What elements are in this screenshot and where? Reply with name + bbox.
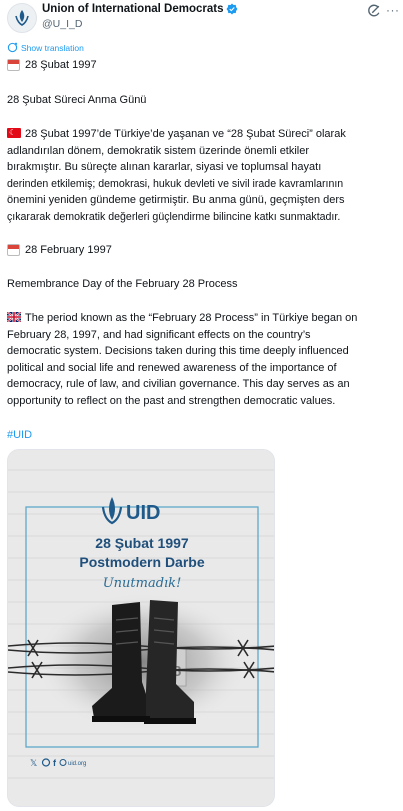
hashtag-link[interactable]: #UID xyxy=(7,429,32,441)
calendar-emoji-icon xyxy=(7,244,20,257)
en-date: 28 February 1997 xyxy=(25,244,112,256)
author-display-name[interactable]: Union of International Democrats xyxy=(42,3,223,15)
author-handle[interactable]: @U_I_D xyxy=(42,18,82,30)
en-title: Remembrance Day of the February 28 Proce… xyxy=(7,278,238,290)
grok-icon[interactable] xyxy=(367,4,381,18)
tr-body-text-1: 28 Şubat 1997’de Türkiye’de yaşanan ve “… xyxy=(25,128,346,140)
en-body-line-4: political and social life and renewed aw… xyxy=(7,361,337,374)
en-date-line: 28 February 1997 xyxy=(7,242,395,259)
tr-body-line-2: adlandırılan dönem, demokratik sistem üz… xyxy=(7,144,310,157)
tr-date-line: 28 Şubat 1997 xyxy=(7,57,395,74)
show-translation-link[interactable]: Show translation xyxy=(7,42,84,53)
logo-text: UID xyxy=(126,502,160,524)
media-heading-1: 28 Şubat 1997 xyxy=(95,535,189,551)
translate-icon xyxy=(7,42,18,53)
en-body-line-3: democratic system. Decisions taken durin… xyxy=(7,345,349,357)
en-body-line-5: democracy, rule of law, and civilian gov… xyxy=(7,378,350,390)
post-media-image[interactable]: UID 28 Şubat 1997 Postmodern Darbe Unutm… xyxy=(7,449,275,807)
footer-site: uid.org xyxy=(68,761,86,767)
tr-body-line-5: önemini yeniden gündeme getirmiştir. Bu … xyxy=(7,194,345,206)
show-translation-label: Show translation xyxy=(21,42,84,53)
media-heading-2: Postmodern Darbe xyxy=(79,554,204,570)
more-icon[interactable]: ··· xyxy=(386,3,400,17)
avatar[interactable] xyxy=(7,3,37,33)
tr-body-line-1: 28 Şubat 1997’de Türkiye’de yaşanan ve “… xyxy=(7,125,395,143)
en-body-line-6: opportunity to reflect on the past and s… xyxy=(7,394,336,407)
author-row: Union of International Democrats xyxy=(42,3,238,15)
tr-body-line-6: çıkararak demokratik değerleri güçlendir… xyxy=(7,210,341,223)
verified-badge-icon xyxy=(226,3,238,15)
calendar-emoji-icon xyxy=(7,59,20,72)
uid-logo-icon xyxy=(15,10,29,26)
turkey-flag-icon xyxy=(7,125,21,142)
en-body-line-2: February 28, 1997, and had significant e… xyxy=(7,328,311,341)
uk-flag-icon xyxy=(7,312,21,322)
tr-date: 28 Şubat 1997 xyxy=(25,59,97,71)
tr-title: 28 Şubat Süreci Anma Günü xyxy=(7,94,147,106)
tr-body-line-4: derinden etkilemiş; demokrasi, hukuk dev… xyxy=(7,177,344,190)
en-body-line-1: The period known as the “February 28 Pro… xyxy=(7,310,395,327)
media-script-text: Unutmadık! xyxy=(103,576,182,591)
tr-body-line-3: bırakmıştır. Bu süreçte alınan kararlar,… xyxy=(7,161,322,173)
x-logo-icon: 𝕏 xyxy=(30,759,37,769)
media-artwork: UID 28 Şubat 1997 Postmodern Darbe Unutm… xyxy=(8,450,274,806)
en-body-text-1: The period known as the “February 28 Pro… xyxy=(25,312,358,324)
post-header: Union of International Democrats @U_I_D … xyxy=(0,0,403,40)
